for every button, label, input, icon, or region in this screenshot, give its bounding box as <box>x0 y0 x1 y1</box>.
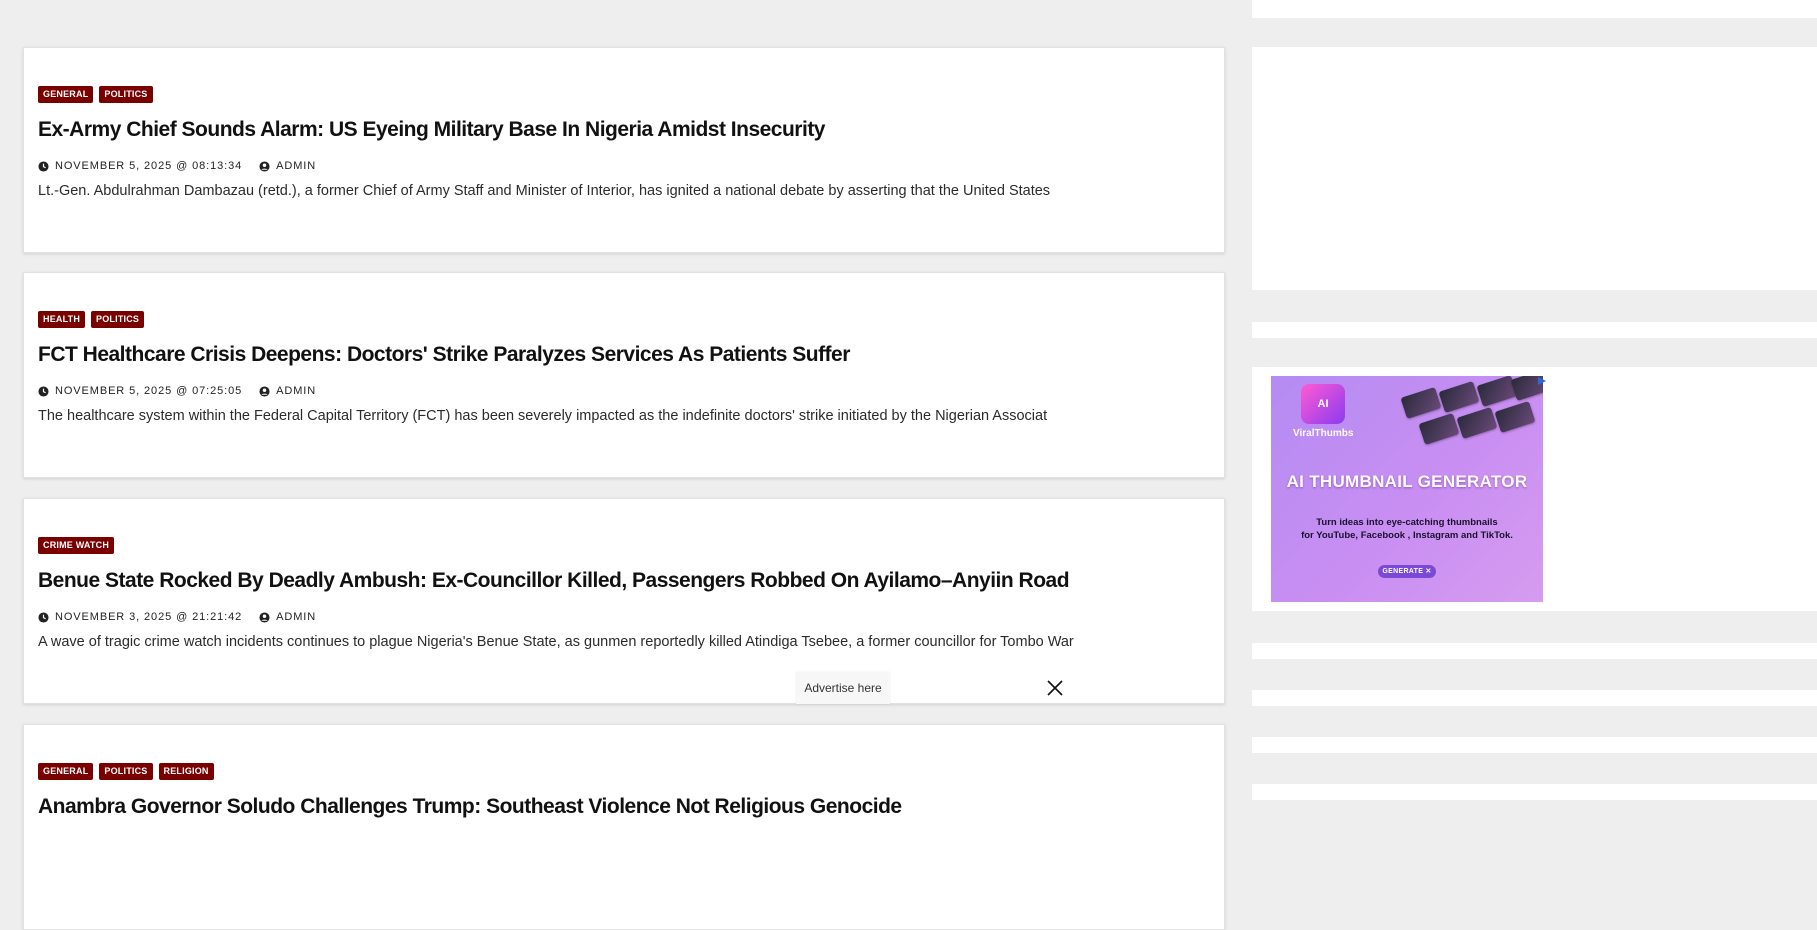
sidebar-widget <box>1252 643 1817 659</box>
user-icon <box>259 611 270 623</box>
clock-icon <box>38 385 49 397</box>
adchoices-icon[interactable] <box>1537 376 1547 386</box>
post-meta: NOVEMBER 3, 2025 @ 21:21:42 ADMIN <box>38 611 316 623</box>
ad-banner[interactable]: AI ViralThumbs AI THUMBNAIL GENERATOR Tu… <box>1271 376 1543 602</box>
clock-icon <box>38 611 49 623</box>
post-categories: GENERAL POLITICS RELIGION <box>38 763 214 780</box>
ai-logo-icon: AI <box>1301 384 1345 424</box>
sidebar-widget <box>1252 737 1817 753</box>
clock-icon <box>38 160 49 172</box>
post-date[interactable]: NOVEMBER 3, 2025 @ 21:21:42 <box>55 611 242 623</box>
post-author[interactable]: ADMIN <box>276 385 316 397</box>
post-title[interactable]: FCT Healthcare Crisis Deepens: Doctors' … <box>38 343 850 367</box>
sidebar-widget <box>1252 0 1817 18</box>
sidebar-widget <box>1252 690 1817 706</box>
category-tag[interactable]: CRIME WATCH <box>38 537 115 554</box>
sidebar-widget <box>1252 784 1817 800</box>
post-categories: HEALTH POLITICS <box>38 311 145 328</box>
thumbnail-image <box>1438 380 1480 414</box>
post-title[interactable]: Anambra Governor Soludo Challenges Trump… <box>38 795 902 819</box>
post-date[interactable]: NOVEMBER 5, 2025 @ 07:25:05 <box>55 385 242 397</box>
thumbnail-image <box>1418 412 1460 446</box>
post-excerpt: Lt.-Gen. Abdulrahman Dambazau (retd.), a… <box>38 183 1051 199</box>
user-icon <box>259 385 270 397</box>
post-date[interactable]: NOVEMBER 5, 2025 @ 08:13:34 <box>55 160 242 172</box>
ad-subtext: Turn ideas into eye-catching thumbnails … <box>1271 516 1543 542</box>
user-icon <box>259 160 270 172</box>
post-card: HEALTH POLITICS FCT Healthcare Crisis De… <box>23 272 1225 478</box>
ad-generate-button[interactable]: GENERATE ✕ <box>1378 565 1436 578</box>
post-excerpt: A wave of tragic crime watch incidents c… <box>38 634 1074 650</box>
advertise-here-label[interactable]: Advertise here <box>796 672 890 704</box>
post-title[interactable]: Benue State Rocked By Deadly Ambush: Ex-… <box>38 569 1070 593</box>
ad-brand: ViralThumbs <box>1293 428 1354 439</box>
category-tag[interactable]: GENERAL <box>38 763 94 780</box>
ad-headline: AI THUMBNAIL GENERATOR <box>1286 472 1528 491</box>
category-tag[interactable]: GENERAL <box>38 86 94 103</box>
post-author[interactable]: ADMIN <box>276 611 316 623</box>
category-tag[interactable]: POLITICS <box>99 763 153 780</box>
post-card: CRIME WATCH Benue State Rocked By Deadly… <box>23 498 1225 704</box>
close-icon[interactable] <box>1046 679 1064 697</box>
post-title[interactable]: Ex-Army Chief Sounds Alarm: US Eyeing Mi… <box>38 118 826 142</box>
post-categories: GENERAL POLITICS <box>38 86 153 103</box>
thumbnail-image <box>1456 406 1498 440</box>
category-tag[interactable]: HEALTH <box>38 311 86 328</box>
thumbnail-collage <box>1400 376 1543 448</box>
category-tag[interactable]: POLITICS <box>99 86 153 103</box>
ad-subtext-line: Turn ideas into eye-catching thumbnails <box>1316 517 1498 528</box>
ad-logo: AI ViralThumbs <box>1293 384 1353 454</box>
post-categories: CRIME WATCH <box>38 537 115 554</box>
post-card: GENERAL POLITICS Ex-Army Chief Sounds Al… <box>23 47 1225 253</box>
sidebar-widget <box>1252 322 1817 338</box>
post-card: GENERAL POLITICS RELIGION Anambra Govern… <box>23 724 1225 930</box>
thumbnail-image <box>1494 400 1536 434</box>
ad-subtext-line: for YouTube, Facebook , Instagram and Ti… <box>1301 530 1513 541</box>
post-meta: NOVEMBER 5, 2025 @ 08:13:34 ADMIN <box>38 160 316 172</box>
category-tag[interactable]: POLITICS <box>91 311 145 328</box>
post-author[interactable]: ADMIN <box>276 160 316 172</box>
sidebar-widget <box>1252 47 1817 290</box>
post-meta: NOVEMBER 5, 2025 @ 07:25:05 ADMIN <box>38 385 316 397</box>
thumbnail-image <box>1400 386 1442 420</box>
post-excerpt: The healthcare system within the Federal… <box>38 408 1048 424</box>
category-tag[interactable]: RELIGION <box>158 763 214 780</box>
